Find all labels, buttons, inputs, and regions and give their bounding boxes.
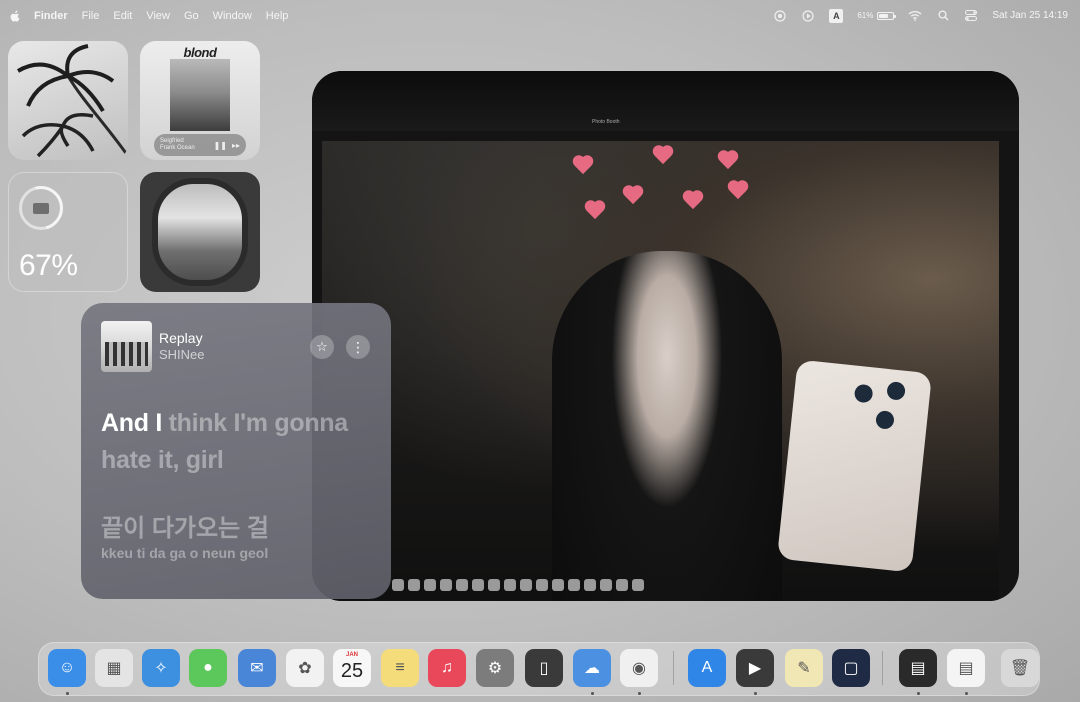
dock-separator [882,651,883,685]
notes-app-icon[interactable]: ≡ [381,649,419,687]
photo-preview [322,141,999,601]
mini-player-controls: Seigfried Frank Ocean ❚❚ ▸▸ [154,134,246,156]
mini-player-artist: Frank Ocean [160,145,195,151]
wifi-icon[interactable] [908,9,922,23]
menu-help[interactable]: Help [266,10,289,22]
battery-widget[interactable]: 67% [8,172,128,292]
now-playing-icon[interactable] [801,9,815,23]
launchpad-app-icon[interactable]: ▦ [95,649,133,687]
heart-effect-icon [652,146,674,166]
favorite-star-button[interactable]: ☆ [310,335,334,359]
laptop-icon [33,202,49,214]
stickies-app-icon[interactable]: ✎ [785,649,823,687]
battery-percent: 61% [857,11,874,20]
palm-tree-image [16,44,128,158]
calendar-app-icon[interactable]: JAN 25 [333,649,371,687]
input-source-icon[interactable]: A [829,8,844,23]
battery-level-ring [19,186,63,230]
heart-effect-icon [622,186,644,206]
menu-go[interactable]: Go [184,10,199,22]
icloud-app-icon[interactable]: ☁ [573,649,611,687]
menu-edit[interactable]: Edit [113,10,132,22]
song-artwork [101,321,152,372]
album-cover-image [170,59,230,131]
control-center-icon[interactable] [964,9,978,23]
chrome-app-icon[interactable]: ◉ [620,649,658,687]
more-options-button[interactable]: ⋮ [346,335,370,359]
camera-lens [886,381,906,401]
current-lyric: And I think I'm gonna hate it, girl [101,405,381,479]
safari-app-icon[interactable]: ✧ [142,649,180,687]
battery-status[interactable]: 61% [857,11,897,20]
finder-app-icon[interactable]: ☺ [48,649,86,687]
trash-icon[interactable]: 🗑 [1001,649,1039,687]
running-indicator [591,692,594,695]
battery-icon [877,11,897,20]
photo-booth-stack-icon[interactable]: ▤ [899,649,937,687]
heart-effect-icon [682,191,704,211]
photo-booth-toolbar [312,71,1019,131]
battery-widget-percent: 67% [19,249,78,282]
palm-tree-photo-widget[interactable] [8,41,128,160]
photos-app-icon[interactable]: ✿ [286,649,324,687]
music-lyrics-widget[interactable]: Replay SHINee ☆ ⋮ And I think I'm gonna … [81,303,391,599]
messages-app-icon[interactable]: ● [189,649,227,687]
mini-player-song: Seigfried [160,138,184,144]
song-title: Replay [159,330,203,346]
lyric-active-words: And I [101,409,162,437]
calendar-month-label: JAN [345,652,358,658]
menu-bar: Finder File Edit View Go Window Help A 6… [0,0,1080,31]
now-playing-album-widget[interactable]: blond Seigfried Frank Ocean ❚❚ ▸▸ [140,41,260,160]
camera-lens [875,410,895,430]
menu-view[interactable]: View [146,10,170,22]
running-indicator [754,692,757,695]
mail-app-icon[interactable]: ✉ [238,649,276,687]
heart-effect-icon [717,151,739,171]
airplane-window-photo-widget[interactable] [140,172,260,292]
menu-app-name[interactable]: Finder [34,10,68,22]
dock-separator [673,651,674,685]
menu-window[interactable]: Window [213,10,252,22]
music-app-icon[interactable]: ♫ [428,649,466,687]
photo-booth-title: Photo Booth [592,119,620,125]
quicktime-app-icon[interactable]: ▶ [736,649,774,687]
phone-in-hand [776,359,933,573]
app-store-app-icon[interactable]: A [688,649,726,687]
album-title: blond [183,45,217,60]
calendar-day-label: 25 [340,660,364,682]
running-indicator [638,692,641,695]
airplane-window-image [152,178,248,286]
running-indicator [965,692,968,695]
pause-icon[interactable]: ❚❚ [214,141,227,150]
photo-booth-window[interactable]: Photo Booth [312,71,1019,601]
heart-effect-icon [727,181,749,201]
photo-booth-inner-dock [392,579,772,595]
menu-file[interactable]: File [82,10,100,22]
person-selfie [552,251,782,601]
status-area: A 61% Sat Jan 25 14:19 [773,0,1068,31]
settings-app-icon[interactable]: ⚙ [476,649,514,687]
camera-lens [853,383,874,404]
next-lyric-romanized: kkeu ti da ga o neun geol [101,545,269,561]
screen-recording-icon[interactable] [773,9,787,23]
next-lyric: 끝이 다가오는 걸 [101,515,269,542]
skip-forward-icon[interactable]: ▸▸ [232,141,240,150]
documents-stack-icon[interactable]: ▤ [947,649,985,687]
heart-effect-icon [572,156,594,176]
song-artist: SHINee [159,347,205,362]
menu-clock[interactable]: Sat Jan 25 14:19 [992,10,1068,21]
heart-effect-icon [584,201,606,221]
running-indicator [66,692,69,695]
spotlight-search-icon[interactable] [936,9,950,23]
screen-app-icon[interactable]: ▢ [832,649,870,687]
apple-menu-icon[interactable] [10,10,20,22]
iphone-mirroring-app-icon[interactable]: ▯ [525,649,563,687]
dock: ☺ ▦ ✧ ● ✉ ✿ JAN 25 ≡ ♫ ⚙ ▯ ☁ ◉ A ▶ ✎ ▢ ▤ ▤ 🗑 [38,642,1040,696]
running-indicator [917,692,920,695]
